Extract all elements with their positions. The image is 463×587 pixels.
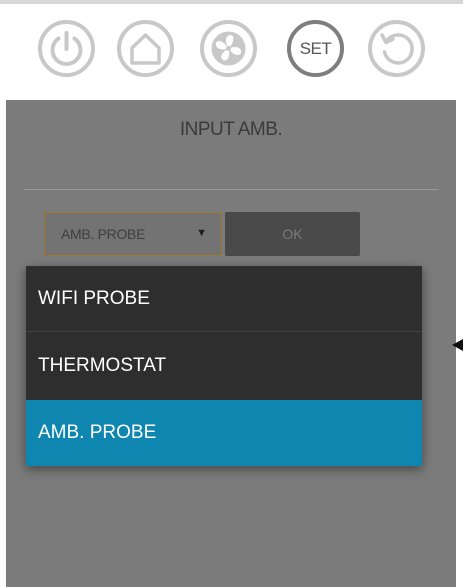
power-button[interactable] (38, 20, 95, 77)
fan-button[interactable] (200, 20, 257, 77)
panel-title: INPUT AMB. (179, 119, 283, 140)
refresh-icon (380, 33, 414, 65)
panel-divider (24, 189, 438, 190)
set-button[interactable]: SET (287, 20, 344, 77)
option-amb-probe[interactable]: AMB. PROBE (26, 400, 422, 466)
option-wifi-probe[interactable]: WIFI PROBE (26, 266, 422, 332)
home-icon (130, 33, 161, 65)
caret-down-icon: ▼ (196, 227, 207, 239)
top-divider (0, 0, 463, 4)
set-label: SET (299, 39, 332, 58)
input-amb-select[interactable]: AMB. PROBE ▼ (44, 212, 222, 256)
home-button[interactable] (117, 20, 174, 77)
reset-button[interactable] (368, 20, 425, 77)
ok-button[interactable]: OK (225, 212, 360, 256)
pointer-arrow-icon (452, 339, 463, 351)
screen: SET INPUT AMB. AMB. PROBE ▼ OK WIFI PROB… (0, 0, 463, 587)
select-value: AMB. PROBE (61, 226, 146, 242)
option-thermostat[interactable]: THERMOSTAT (26, 333, 422, 399)
fan-icon (211, 31, 246, 66)
dropdown-menu: WIFI PROBE THERMOSTAT AMB. PROBE (26, 266, 422, 466)
power-icon (50, 31, 83, 66)
